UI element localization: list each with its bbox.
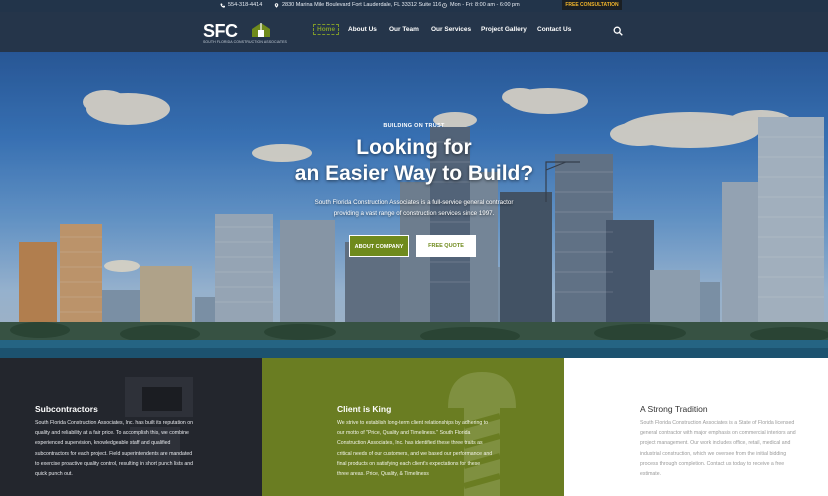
feature-body: We strive to establish long-term client …: [337, 420, 493, 478]
clock-icon: [442, 2, 447, 8]
nav-about-us[interactable]: About Us: [348, 26, 377, 33]
feature-body: South Florida Construction Associates, I…: [35, 420, 194, 478]
feature-client-is-king: Client is King We strive to establish lo…: [262, 358, 564, 496]
hero-title-line1: Looking for: [356, 136, 472, 159]
free-quote-button[interactable]: FREE QUOTE: [416, 235, 476, 257]
feature-strong-tradition: A Strong Tradition South Florida Constru…: [564, 358, 828, 496]
hero-subtitle-line1: South Florida Construction Associates is…: [314, 199, 514, 206]
phone-icon: [220, 3, 225, 8]
phone-info[interactable]: 554-318-4414: [220, 2, 262, 8]
free-consultation-button[interactable]: FREE CONSULTATION: [562, 0, 622, 10]
feature-title: Client is King: [337, 404, 392, 414]
nav-contact-us[interactable]: Contact Us: [537, 26, 571, 33]
phone-number: 554-318-4414: [228, 2, 263, 8]
logo-house-icon: [252, 23, 270, 37]
nav-home[interactable]: Home: [313, 24, 340, 35]
hero-eyebrow: BUILDING ON TRUST: [383, 123, 445, 129]
site-header: SFC SOUTH FLORIDA CONSTRUCTION ASSOCIATE…: [0, 12, 828, 52]
feature-title: Subcontractors: [35, 404, 98, 414]
address-text: 2830 Marina Mile Boulevard Fort Lauderda…: [282, 2, 442, 8]
feature-body: South Florida Construction Associates is…: [640, 420, 796, 478]
logo-text: SFC: [203, 21, 238, 41]
feature-title: A Strong Tradition: [640, 404, 708, 414]
company-logo[interactable]: SFC SOUTH FLORIDA CONSTRUCTION ASSOCIATE…: [203, 21, 287, 45]
hero-title-line2: an Easier Way to Build?: [294, 162, 534, 185]
hero-subtitle-line2: providing a vast range of construction s…: [333, 210, 495, 217]
top-info-bar: 554-318-4414 2830 Marina Mile Boulevard …: [0, 0, 828, 12]
address-info: 2830 Marina Mile Boulevard Fort Lauderda…: [274, 2, 441, 8]
hours-info: Mon - Fri: 8:00 am - 6:00 pm: [442, 2, 520, 8]
map-pin-icon: [274, 2, 279, 8]
logo-tagline: SOUTH FLORIDA CONSTRUCTION ASSOCIATES: [203, 40, 287, 44]
nav-project-gallery[interactable]: Project Gallery: [481, 26, 527, 33]
nav-our-team[interactable]: Our Team: [389, 26, 419, 33]
about-company-button[interactable]: ABOUT COMPANY: [349, 235, 409, 257]
hours-text: Mon - Fri: 8:00 am - 6:00 pm: [450, 2, 520, 8]
search-icon[interactable]: [613, 26, 623, 36]
nav-our-services[interactable]: Our Services: [431, 26, 471, 33]
hero-section: BUILDING ON TRUST Looking for an Easier …: [0, 52, 828, 358]
feature-subcontractors: Subcontractors South Florida Constructio…: [0, 358, 262, 496]
